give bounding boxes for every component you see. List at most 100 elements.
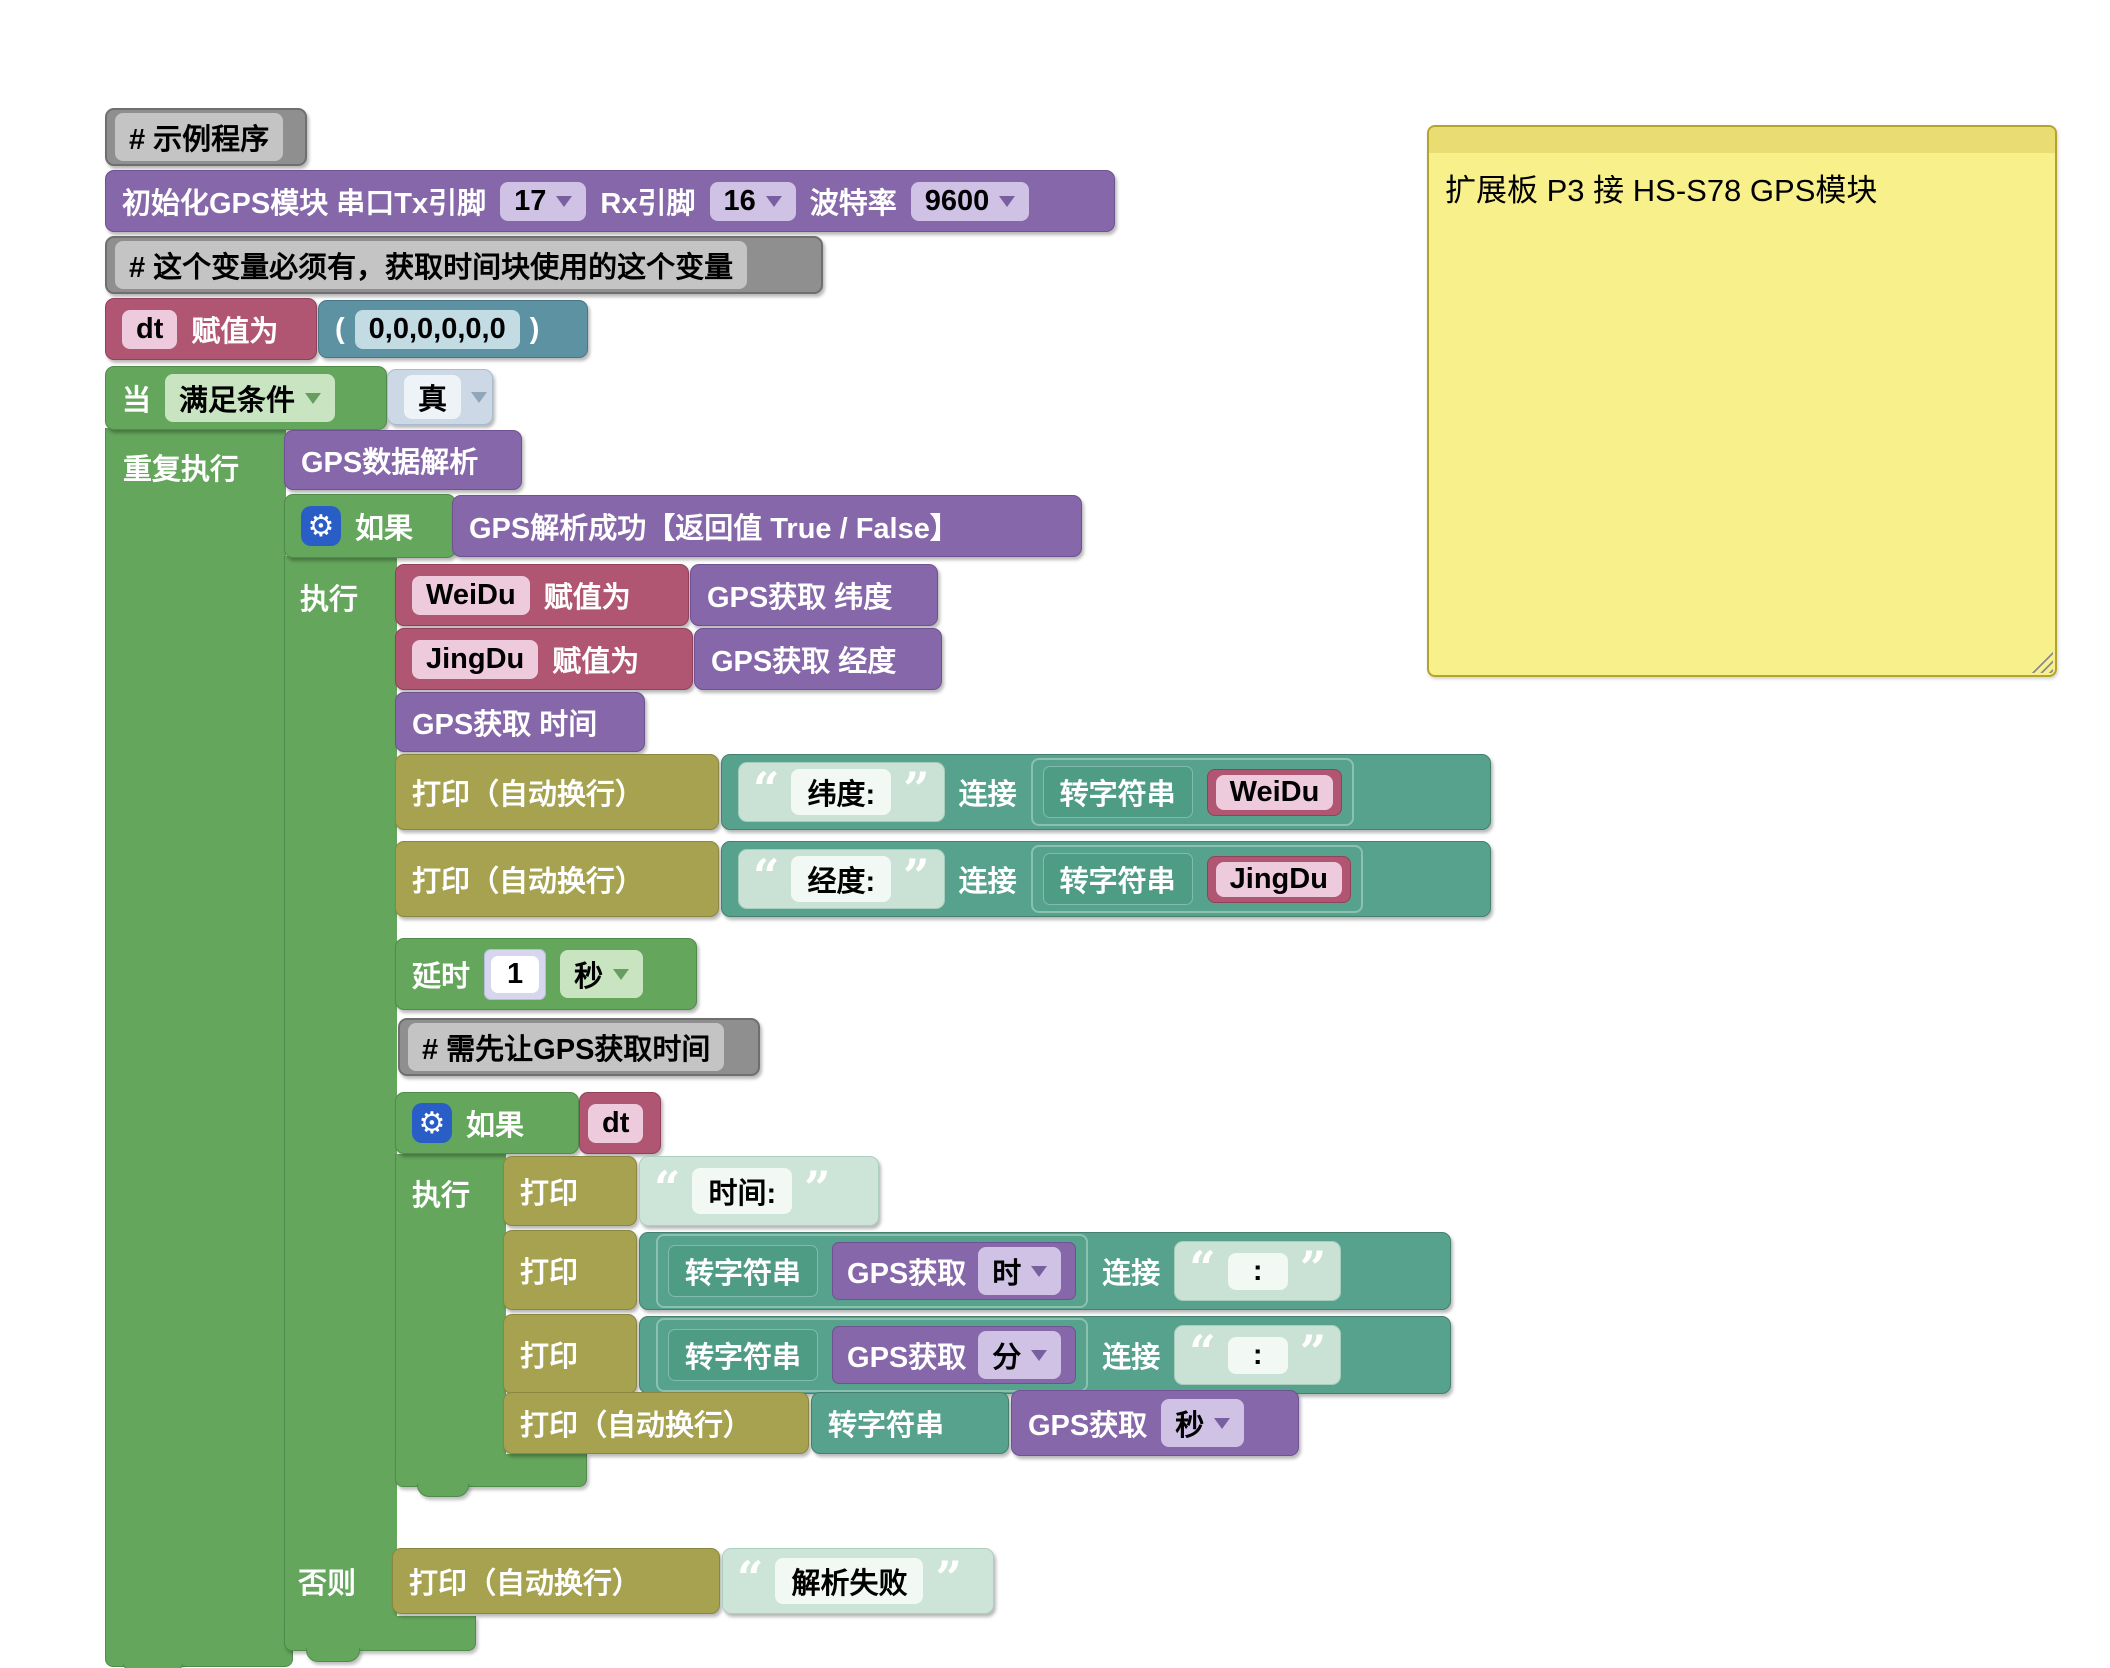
note-resize-handle[interactable] <box>2031 651 2053 673</box>
jingdu-assign-block[interactable]: JingDu 赋值为 <box>395 628 693 690</box>
string-literal-block[interactable]: “ 经度: ” <box>738 849 945 909</box>
weidu-assign-block[interactable]: WeiDu 赋值为 <box>395 564 689 626</box>
variable-name: JingDu <box>1216 862 1342 897</box>
weidu-variable-field[interactable]: WeiDu <box>412 576 530 615</box>
gps-parse-success-block[interactable]: GPS解析成功【返回值 True / False】 <box>452 495 1082 557</box>
close-quote-icon: ” <box>903 866 929 892</box>
dt-variable-field[interactable]: dt <box>122 310 177 349</box>
sec-unit-dropdown[interactable]: 秒 <box>1161 1399 1244 1447</box>
dropdown-arrow-icon <box>1031 1350 1047 1361</box>
tostring-group[interactable]: 转字符串 WeiDu <box>1031 758 1355 826</box>
comment-block-variable[interactable]: # 这个变量必须有，获取时间块使用的这个变量 <box>105 236 823 294</box>
paren-open: ( <box>335 313 345 346</box>
string-literal-block[interactable]: “ 纬度: ” <box>738 762 945 822</box>
hour-unit-value: 时 <box>992 1250 1021 1292</box>
gps-get-hour-block[interactable]: GPS获取 时 <box>832 1242 1076 1300</box>
note-text[interactable]: 扩展板 P3 接 HS-S78 GPS模块 <box>1429 153 2055 222</box>
gps-get-time-block[interactable]: GPS获取 时间 <box>395 692 645 752</box>
print-min-value-group[interactable]: 转字符串 GPS获取 分 连接 “ : ” <box>639 1316 1451 1394</box>
string-field[interactable]: : <box>1228 1337 1288 1374</box>
if-block-footer[interactable] <box>284 1616 476 1651</box>
note-header[interactable] <box>1429 127 2055 153</box>
close-quote-icon: ” <box>804 1178 830 1204</box>
if-block-spine[interactable] <box>284 556 397 1618</box>
if-block-header[interactable]: ⚙ 如果 <box>284 494 456 558</box>
string-literal-block[interactable]: “ : ” <box>1174 1241 1341 1301</box>
gps-get-lng-block[interactable]: GPS获取 经度 <box>694 628 942 690</box>
hour-unit-dropdown[interactable]: 时 <box>978 1247 1061 1295</box>
gps-parse-block[interactable]: GPS数据解析 <box>284 430 522 490</box>
print-hour-block[interactable]: 打印 <box>503 1230 637 1310</box>
when-block-header[interactable]: 当 满足条件 <box>105 366 387 430</box>
string-field[interactable]: : <box>1228 1253 1288 1290</box>
init-gps-block[interactable]: 初始化GPS模块 串口Tx引脚 17 Rx引脚 16 波特率 9600 <box>105 170 1115 232</box>
close-quote-icon: ” <box>903 779 929 805</box>
delay-value-field[interactable]: 1 <box>491 956 539 993</box>
print-lat-block[interactable]: 打印（自动换行） <box>395 754 719 830</box>
tostring-group[interactable]: 转字符串 GPS获取 时 <box>656 1234 1088 1308</box>
comment-block-time[interactable]: # 需先让GPS获取时间 <box>398 1018 760 1076</box>
workspace-note[interactable]: 扩展板 P3 接 HS-S78 GPS模块 <box>1427 125 2057 677</box>
print-lng-block[interactable]: 打印（自动换行） <box>395 841 719 917</box>
print-hour-value-group[interactable]: 转字符串 GPS获取 时 连接 “ : ” <box>639 1232 1451 1310</box>
rx-pin-dropdown[interactable]: 16 <box>710 182 796 221</box>
gear-icon[interactable]: ⚙ <box>412 1103 452 1143</box>
if-block-bottom-tab[interactable] <box>306 1648 360 1662</box>
comment-block-sample[interactable]: # 示例程序 <box>105 108 307 166</box>
tostring-group[interactable]: 转字符串 JingDu <box>1031 845 1363 913</box>
dropdown-arrow-icon <box>556 196 572 207</box>
weidu-variable-block[interactable]: WeiDu <box>1207 769 1343 816</box>
string-field[interactable]: 纬度: <box>791 769 891 815</box>
boolean-true-block[interactable]: 真 <box>387 369 493 425</box>
print-time-label-block[interactable]: 打印 <box>503 1156 637 1226</box>
if-dt-block-header[interactable]: ⚙ 如果 <box>395 1092 579 1154</box>
if-dt-block-footer[interactable] <box>395 1454 587 1487</box>
tostring-block[interactable]: 转字符串 <box>1043 853 1193 905</box>
dt-assign-block[interactable]: dt 赋值为 <box>105 298 317 360</box>
join-label: 连接 <box>959 858 1017 900</box>
tx-pin-dropdown[interactable]: 17 <box>500 182 586 221</box>
jingdu-variable-field[interactable]: JingDu <box>412 640 538 679</box>
tostring-block[interactable]: 转字符串 <box>668 1245 818 1297</box>
tostring-group[interactable]: 转字符串 GPS获取 分 <box>656 1318 1088 1392</box>
when-block-footer[interactable] <box>105 1638 293 1667</box>
print-sec-block[interactable]: 打印（自动换行） <box>503 1392 809 1454</box>
print-lat-value-group[interactable]: “ 纬度: ” 连接 转字符串 WeiDu <box>721 754 1491 830</box>
if-dt-bottom-tab[interactable] <box>417 1484 469 1497</box>
print-lng-value-group[interactable]: “ 经度: ” 连接 转字符串 JingDu <box>721 841 1491 917</box>
tuple-value-field[interactable]: 0,0,0,0,0,0 <box>355 310 520 349</box>
min-unit-dropdown[interactable]: 分 <box>978 1331 1061 1379</box>
if-keyword: 如果 <box>466 1102 524 1144</box>
repeat-label: 重复执行 <box>123 446 239 488</box>
string-literal-block[interactable]: “ : ” <box>1174 1325 1341 1385</box>
baud-dropdown[interactable]: 9600 <box>911 182 1030 221</box>
string-field[interactable]: 经度: <box>791 856 891 902</box>
gps-get-sec-block[interactable]: GPS获取 秒 <box>1011 1390 1299 1456</box>
when-condition-value: 满足条件 <box>179 377 295 419</box>
boolean-value-field[interactable]: 真 <box>404 375 461 419</box>
print-fail-block[interactable]: 打印（自动换行） <box>392 1548 720 1614</box>
dt-tuple-value-block[interactable]: ( 0,0,0,0,0,0 ) <box>318 300 588 358</box>
string-literal-block[interactable]: “ 时间: ” <box>639 1156 879 1226</box>
when-condition-dropdown[interactable]: 满足条件 <box>165 374 335 422</box>
jingdu-variable-block[interactable]: JingDu <box>1207 856 1351 903</box>
gps-get-min-block[interactable]: GPS获取 分 <box>832 1326 1076 1384</box>
dt-variable-block[interactable]: dt <box>579 1092 661 1154</box>
when-block-bottom-tab[interactable] <box>123 1664 183 1668</box>
print-min-block[interactable]: 打印 <box>503 1314 637 1394</box>
else-label: 否则 <box>298 1560 356 1602</box>
tostring-block[interactable]: 转字符串 <box>1043 766 1193 818</box>
string-field[interactable]: 解析失败 <box>775 1558 923 1604</box>
when-block-spine[interactable] <box>105 428 286 1640</box>
tostring-block[interactable]: 转字符串 <box>668 1329 818 1381</box>
delay-block[interactable]: 延时 1 秒 <box>395 938 697 1010</box>
gear-icon[interactable]: ⚙ <box>301 506 341 546</box>
variable-name: dt <box>588 1104 643 1143</box>
string-field[interactable]: 时间: <box>692 1168 792 1214</box>
gps-get-lat-block[interactable]: GPS获取 纬度 <box>690 564 938 626</box>
delay-value-shadow[interactable]: 1 <box>484 949 546 1000</box>
tostring-block[interactable]: 转字符串 <box>811 1392 1009 1454</box>
init-label-rx: Rx引脚 <box>600 180 695 222</box>
string-literal-block[interactable]: “ 解析失败 ” <box>722 1548 994 1614</box>
delay-unit-dropdown[interactable]: 秒 <box>560 950 643 998</box>
